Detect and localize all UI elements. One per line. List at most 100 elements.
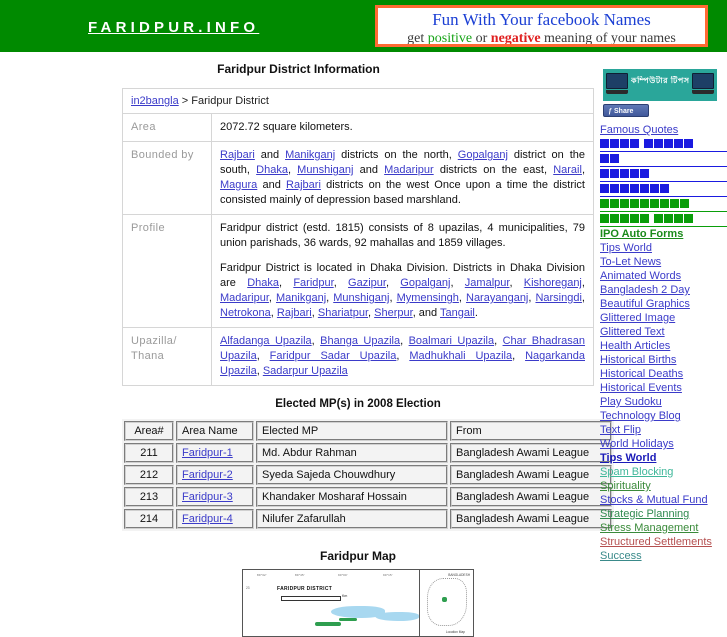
district-link[interactable]: Faridpur	[293, 277, 333, 289]
missing-glyph-box	[600, 169, 609, 178]
district-link[interactable]: Dhaka	[247, 277, 279, 289]
mp-area-link[interactable]: Faridpur-4	[182, 513, 233, 525]
sidebar-link[interactable]: Play Sudoku	[600, 395, 727, 409]
info-text: ,	[509, 277, 524, 289]
sidebar-link[interactable]: Beautiful Graphics	[600, 297, 727, 311]
sidebar-link[interactable]: Glittered Image	[600, 311, 727, 325]
mp-area-link[interactable]: Faridpur-1	[182, 447, 233, 459]
sidebar-link[interactable]: Spam Blocking	[600, 465, 727, 479]
elected-mp-table: Area# Area Name Elected MP From 211 Faridpur-…	[122, 419, 614, 531]
missing-glyph-box	[600, 139, 609, 148]
sidebar-link[interactable]: To-Let News	[600, 255, 727, 269]
sidebar-link[interactable]: IPO Auto Forms	[600, 227, 727, 241]
sidebar-link-bengali[interactable]	[600, 152, 727, 167]
district-link[interactable]: Dhaka	[256, 164, 288, 176]
sidebar-link[interactable]: Historical Births	[600, 353, 727, 367]
mp-area-link[interactable]: Faridpur-2	[182, 469, 233, 481]
district-link[interactable]: Narsingdi	[535, 292, 581, 304]
district-link[interactable]: Kishoreganj	[524, 277, 582, 289]
sidebar-link[interactable]: Health Articles	[600, 339, 727, 353]
map-tick-3: 90°00'	[338, 573, 348, 577]
sidebar-link[interactable]: Tips World	[600, 451, 727, 465]
sidebar-link[interactable]: Strategic Planning	[600, 507, 727, 521]
sidebar-link[interactable]: Bangladesh 2 Day	[600, 283, 727, 297]
sidebar-link[interactable]: Success	[600, 549, 727, 563]
info-text: ,	[311, 335, 321, 347]
district-link[interactable]: Narail	[553, 164, 582, 176]
missing-glyph-box	[660, 184, 669, 193]
missing-glyph-box	[620, 214, 629, 223]
district-link[interactable]: Mymensingh	[397, 292, 459, 304]
sidebar-link[interactable]: Spirituality	[600, 479, 727, 493]
sidebar-link[interactable]: Stocks & Mutual Fund	[600, 493, 727, 507]
map-inset-location-marker	[442, 597, 447, 602]
computer-tips-banner[interactable]: কম্পিউটার টিপস	[603, 69, 717, 101]
missing-glyph-box	[640, 169, 649, 178]
sidebar-link[interactable]: Stress Management	[600, 521, 727, 535]
mp-party: Bangladesh Awami League	[450, 443, 612, 463]
district-link[interactable]: Magura	[220, 179, 257, 191]
district-link[interactable]: Sadarpur Upazila	[263, 365, 348, 377]
mp-area-name-cell: Faridpur-3	[176, 487, 254, 507]
district-link[interactable]: Faridpur Sadar Upazila	[270, 350, 397, 362]
sidebar-link[interactable]: Text Flip	[600, 423, 727, 437]
district-link[interactable]: Sherpur	[374, 307, 413, 319]
district-link[interactable]: Rajbari	[277, 307, 312, 319]
sidebar-link[interactable]: World Holidays	[600, 437, 727, 451]
sidebar-link-bengali[interactable]	[600, 167, 727, 182]
district-info-table: Area 2072.72 square kilometers. Bounded by…	[122, 113, 594, 386]
mp-area-name-cell: Faridpur-2	[176, 465, 254, 485]
district-link[interactable]: Munshiganj	[333, 292, 389, 304]
district-link[interactable]: Munshiganj	[297, 164, 353, 176]
district-link[interactable]: Jamalpur	[465, 277, 510, 289]
district-link[interactable]: Rajbari	[286, 179, 321, 191]
info-paragraph: Faridpur District is located in Dhaka Di…	[220, 261, 585, 321]
info-row-value: Alfadanga Upazila, Bhanga Upazila, Boalm…	[211, 327, 594, 386]
district-link[interactable]: Gazipur	[348, 277, 386, 289]
info-text: ,	[494, 335, 503, 347]
district-link[interactable]: Narayanganj	[466, 292, 528, 304]
sidebar-link[interactable]: Glittered Text	[600, 325, 727, 339]
faridpur-map-image[interactable]: 89°32' 89°45' 90°00' 90°15' 23 FARIDPUR …	[242, 569, 474, 637]
sidebar-link-bengali[interactable]	[600, 212, 727, 227]
breadcrumb-link-in2bangla[interactable]: in2bangla	[131, 95, 179, 107]
mp-column-header: From	[450, 421, 612, 441]
sidebar-link[interactable]: Technology Blog	[600, 409, 727, 423]
district-link[interactable]: Boalmari Upazila	[409, 335, 495, 347]
missing-glyph-box	[640, 199, 649, 208]
info-text: ,	[512, 350, 526, 362]
district-link[interactable]: Gopalganj	[458, 149, 508, 161]
sidebar-link[interactable]: Structured Settlements	[600, 535, 727, 549]
ad-headline: Fun With Your facebook Names	[432, 10, 651, 29]
district-link[interactable]: Rajbari	[220, 149, 255, 161]
map-tick-2: 89°45'	[295, 573, 305, 577]
ad-sub-pre: get	[407, 31, 428, 46]
district-link[interactable]: Tangail	[440, 307, 475, 319]
district-link[interactable]: Madhukhali Upazila	[409, 350, 512, 362]
district-link[interactable]: Gopalganj	[400, 277, 450, 289]
sidebar-link-bengali[interactable]	[600, 182, 727, 197]
sidebar-link-bengali[interactable]	[600, 197, 727, 212]
district-link[interactable]: Alfadanga Upazila	[220, 335, 312, 347]
sidebar-link[interactable]: Historical Events	[600, 381, 727, 395]
sidebar-link[interactable]: Tips World	[600, 241, 727, 255]
mp-area-link[interactable]: Faridpur-3	[182, 491, 233, 503]
district-link[interactable]: Manikganj	[285, 149, 335, 161]
district-link[interactable]: Netrokona	[220, 307, 271, 319]
sidebar-link[interactable]: Historical Deaths	[600, 367, 727, 381]
district-link[interactable]: Bhanga Upazila	[320, 335, 400, 347]
district-link[interactable]: Madaripur	[384, 164, 434, 176]
sidebar-link-bengali[interactable]	[600, 137, 727, 152]
missing-glyph-box	[610, 139, 619, 148]
district-link[interactable]: Shariatpur	[318, 307, 368, 319]
facebook-share-button[interactable]: f Share	[603, 104, 649, 117]
district-link[interactable]: Madaripur	[220, 292, 269, 304]
missing-glyph-box	[674, 214, 683, 223]
district-link[interactable]: Manikganj	[276, 292, 326, 304]
missing-glyph-box	[630, 169, 639, 178]
sidebar-link[interactable]: Animated Words	[600, 269, 727, 283]
site-logo-link[interactable]: FARIDPUR.INFO	[88, 19, 259, 36]
sidebar-link[interactable]: Famous Quotes	[600, 123, 727, 137]
ad-sub-mid: or	[472, 31, 491, 46]
header-advertisement[interactable]: Fun With Your facebook Names get positiv…	[375, 5, 708, 47]
